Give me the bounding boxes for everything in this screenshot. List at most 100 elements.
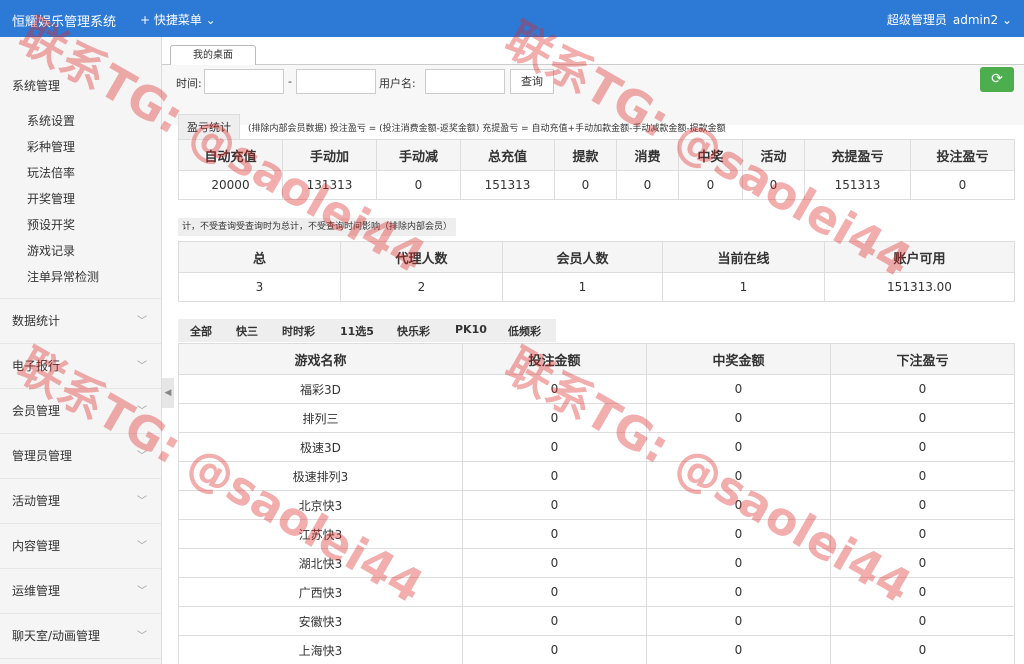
tab-my-desktop[interactable]: 我的桌面 <box>170 45 256 66</box>
game-table: 游戏名称 投注金额 中奖金额 下注盈亏 福彩3D 0 0 0 排列三 0 0 0 极速3D 0… <box>178 343 1015 664</box>
sidebar-group-ops[interactable]: 运维管理 ﹀ <box>0 569 161 614</box>
column-header: 中奖金额 <box>646 343 831 375</box>
table-row: 20000 131313 0 151313 0 0 0 0 151313 0 <box>178 170 1015 200</box>
lottery-tab-all[interactable]: 全部 <box>190 323 212 339</box>
game-name-cell: 极速排列3 <box>178 461 463 491</box>
table-cell: 0 <box>830 490 1015 520</box>
refresh-icon[interactable]: ⟳ <box>980 67 1014 92</box>
sidebar-group-admins[interactable]: 管理员管理 ﹀ <box>0 434 161 479</box>
profit-formula-note: (排除内部会员数据) 投注盈亏 = (投注消费金额-返奖金额) 充提盈亏 = 自… <box>248 124 726 134</box>
username[interactable]: admin2 ⌄ <box>953 13 1012 27</box>
sidebar-item-lottery-management[interactable]: 彩种管理 <box>0 134 161 160</box>
column-header: 总 <box>178 241 341 273</box>
table-cell: 0 <box>830 403 1015 433</box>
sidebar-group-members[interactable]: 会员管理 ﹀ <box>0 389 161 434</box>
table-cell: 0 <box>376 170 461 200</box>
lottery-tab-11x5[interactable]: 11选5 <box>340 323 374 339</box>
table-cell: 0 <box>646 548 831 578</box>
main-content: 我的桌面 时间: - 用户名: 查询 ⟳ 盈亏统计 (排除内部会员数据) 投注盈亏… <box>162 37 1024 664</box>
column-header: 投注金额 <box>462 343 647 375</box>
quick-menu-button[interactable]: + 快捷菜单 ⌄ <box>140 11 216 28</box>
table-cell: 2 <box>340 272 503 302</box>
table-cell: 0 <box>462 374 647 404</box>
column-header: 账户可用 <box>824 241 1015 273</box>
profit-section-header: 盈亏统计 (排除内部会员数据) 投注盈亏 = (投注消费金额-返奖金额) 充提盈亏… <box>178 114 726 141</box>
member-section-header: 计，不受查询受查询时为总计，不受查询时间影响（排除内部会员） <box>178 213 457 238</box>
sidebar-group-chatroom[interactable]: 聊天室/动画管理 ﹀ <box>0 614 161 659</box>
column-header: 总充值 <box>460 139 555 171</box>
lottery-tab-klc[interactable]: 快乐彩 <box>397 323 430 339</box>
table-cell: 151313 <box>804 170 911 200</box>
lottery-tab-k3[interactable]: 快三 <box>236 323 258 339</box>
column-header: 充提盈亏 <box>804 139 911 171</box>
sidebar-group-content[interactable]: 内容管理 ﹀ <box>0 524 161 569</box>
user-menu[interactable]: 超级管理员 admin2 ⌄ <box>881 11 1012 28</box>
game-name-cell: 湖北快3 <box>178 548 463 578</box>
table-cell: 0 <box>646 374 831 404</box>
column-header: 提款 <box>554 139 617 171</box>
lottery-tab-low-freq[interactable]: 低频彩 <box>508 323 541 339</box>
table-cell: 0 <box>646 577 831 607</box>
column-header: 手动减 <box>376 139 461 171</box>
table-cell: 0 <box>830 577 1015 607</box>
table-cell: 0 <box>830 432 1015 462</box>
sidebar-group-e-report[interactable]: 电子报行 ﹀ <box>0 344 161 389</box>
sidebar: 系统管理 系统设置 彩种管理 玩法倍率 开奖管理 预设开奖 游戏记录 注单异常检… <box>0 37 162 664</box>
time-label: 时间: <box>176 77 202 90</box>
game-name-cell: 福彩3D <box>178 374 463 404</box>
column-header: 下注盈亏 <box>830 343 1015 375</box>
top-bar: 恒耀娱乐管理系统 + 快捷菜单 ⌄ 超级管理员 admin2 ⌄ <box>0 0 1024 37</box>
chevron-down-icon: ﹀ <box>137 451 147 462</box>
table-row: 湖北快3 0 0 0 <box>178 548 1015 578</box>
dash-label: - <box>288 75 292 88</box>
table-cell: 0 <box>462 490 647 520</box>
table-cell: 0 <box>462 403 647 433</box>
table-row: 北京快3 0 0 0 <box>178 490 1015 520</box>
column-header: 消费 <box>616 139 679 171</box>
chevron-down-icon: ﹀ <box>137 586 147 597</box>
column-header: 自动充值 <box>178 139 283 171</box>
sidebar-item-game-records[interactable]: 游戏记录 <box>0 238 161 264</box>
table-cell: 0 <box>830 461 1015 491</box>
app-title: 恒耀娱乐管理系统 <box>12 15 117 30</box>
sidebar-item-preset-draw[interactable]: 预设开奖 <box>0 212 161 238</box>
profit-table: 自动充值 手动加 手动减 总充值 提款 消费 中奖 活动 充提盈亏 投注盈亏 2… <box>178 139 1015 200</box>
sidebar-item-draw-management[interactable]: 开奖管理 <box>0 186 161 212</box>
chevron-down-icon: ﹀ <box>137 631 147 642</box>
table-cell: 0 <box>646 606 831 636</box>
sidebar-item-play-rate[interactable]: 玩法倍率 <box>0 160 161 186</box>
user-role: 超级管理员 <box>886 13 947 27</box>
column-header: 投注盈亏 <box>910 139 1015 171</box>
table-cell: 0 <box>830 548 1015 578</box>
table-row: 福彩3D 0 0 0 <box>178 374 1015 404</box>
table-header-row: 自动充值 手动加 手动减 总充值 提款 消费 中奖 活动 充提盈亏 投注盈亏 <box>178 139 1015 171</box>
sidebar-group-system[interactable]: 系统管理 <box>0 37 161 135</box>
sidebar-group-activity[interactable]: 活动管理 ﹀ <box>0 479 161 524</box>
tab-bar: 我的桌面 <box>162 37 1024 66</box>
start-time-input[interactable] <box>204 69 284 94</box>
game-name-cell: 上海快3 <box>178 635 463 664</box>
table-cell: 1 <box>662 272 825 302</box>
search-button[interactable]: 查询 <box>510 69 554 94</box>
end-time-input[interactable] <box>296 69 376 94</box>
lottery-tab-bar: 全部 快三 时时彩 11选5 快乐彩 PK10 低频彩 <box>178 319 556 342</box>
column-header: 手动加 <box>282 139 377 171</box>
sidebar-group-data-stats[interactable]: 数据统计 ﹀ <box>0 299 161 344</box>
table-cell: 0 <box>462 577 647 607</box>
username-label: 用户名: <box>379 77 416 90</box>
lottery-tab-ssc[interactable]: 时时彩 <box>282 323 315 339</box>
game-name-cell: 安徽快3 <box>178 606 463 636</box>
table-cell: 0 <box>646 461 831 491</box>
member-stats-note: 计，不受查询受查询时为总计，不受查询时间影响（排除内部会员） <box>178 218 457 236</box>
table-row: 极速3D 0 0 0 <box>178 432 1015 462</box>
table-cell: 0 <box>646 490 831 520</box>
sidebar-item-bet-anomaly[interactable]: 注单异常检测 <box>0 264 161 290</box>
table-cell: 0 <box>646 432 831 462</box>
lottery-tab-pk10[interactable]: PK10 <box>455 323 487 336</box>
sidebar-submenu-system: 系统设置 彩种管理 玩法倍率 开奖管理 预设开奖 游戏记录 注单异常检测 <box>0 108 161 299</box>
column-header: 活动 <box>742 139 805 171</box>
username-input[interactable] <box>425 69 505 94</box>
chevron-down-icon: ﹀ <box>137 541 147 552</box>
table-row: 广西快3 0 0 0 <box>178 577 1015 607</box>
profit-section-title: 盈亏统计 <box>178 114 240 141</box>
